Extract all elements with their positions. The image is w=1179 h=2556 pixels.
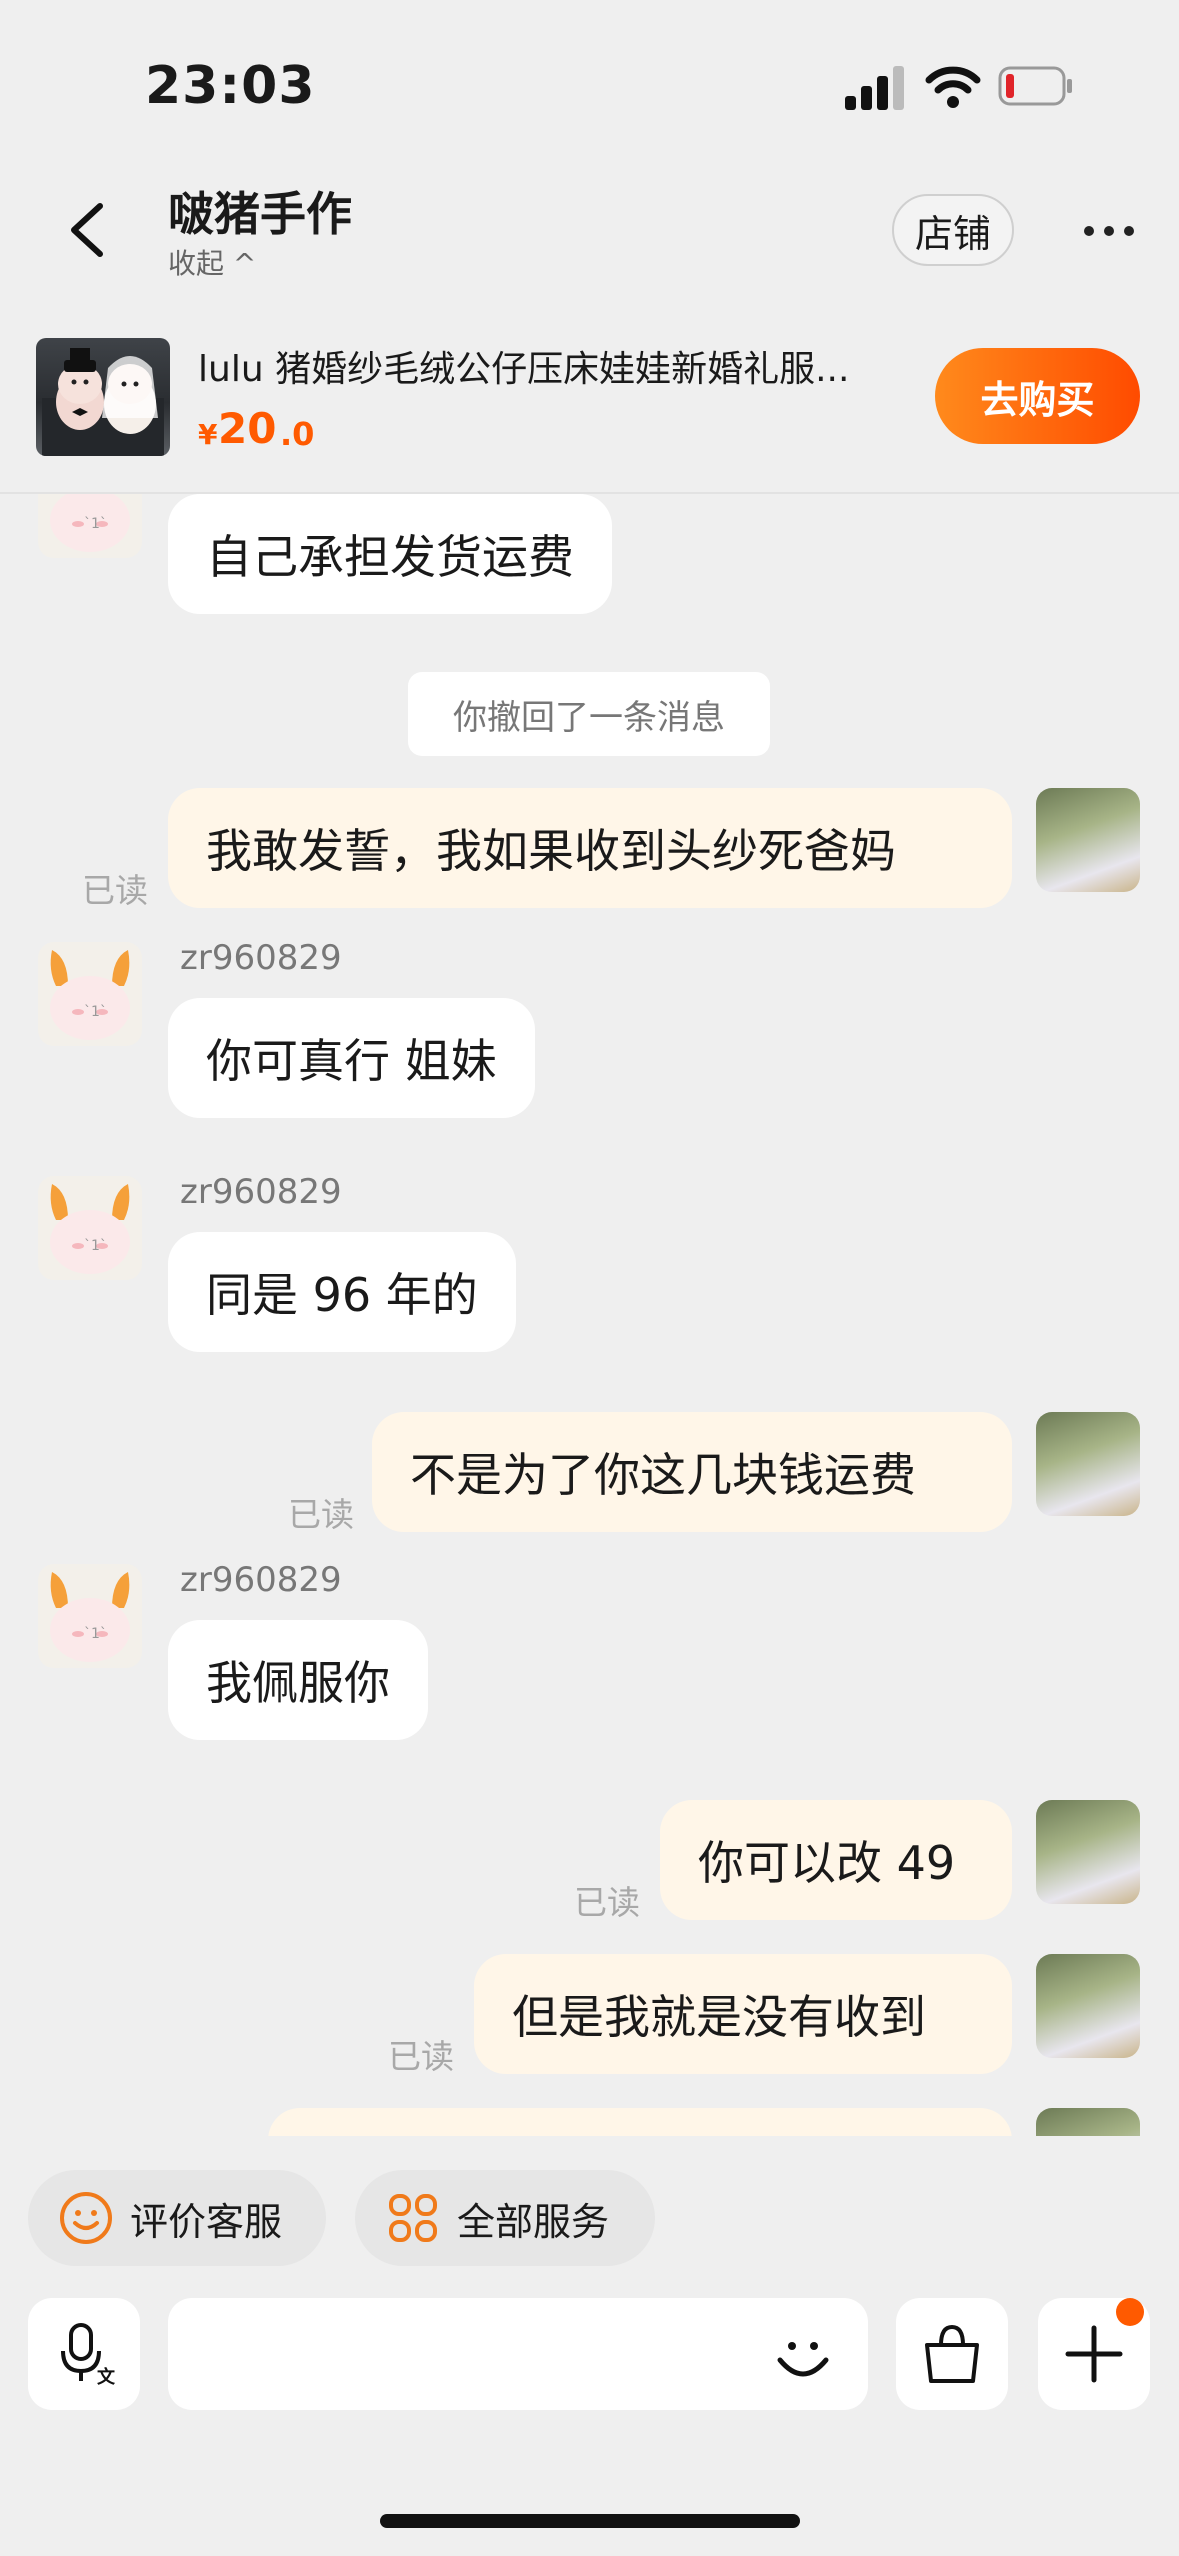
message-text: 不是为了你这几块钱运费	[410, 1448, 916, 1502]
svg-text:`1`: `1`	[84, 1626, 107, 1642]
signal-icon	[845, 64, 907, 110]
message-text: 同是 96 年的	[206, 1268, 478, 1322]
buy-button[interactable]: 去购买	[935, 348, 1140, 444]
svg-text:文: 文	[97, 2366, 116, 2388]
battery-icon	[998, 66, 1072, 106]
avatar[interactable]	[1036, 1412, 1140, 1516]
mic-icon: 文	[61, 2323, 116, 2388]
shopping-bag-button[interactable]	[896, 2298, 1008, 2410]
svg-text:`1`: `1`	[84, 1004, 107, 1020]
message-bubble[interactable]: 不是为了你这几块钱运费	[372, 1412, 1012, 1532]
grid-icon	[389, 2194, 437, 2242]
plus-icon	[1065, 2325, 1123, 2383]
sender-name: zr960829	[180, 1560, 342, 1600]
rate-service-button[interactable]: 评价客服	[28, 2170, 326, 2266]
price-integer: 20	[218, 404, 277, 453]
avatar[interactable]	[1036, 788, 1140, 892]
message-bubble[interactable]: 你可真行 姐妹	[168, 998, 535, 1118]
read-status: 已读	[574, 1883, 640, 1922]
sender-name: zr960829	[180, 1172, 342, 1212]
message-bubble[interactable]: 但是我就是没有收到	[474, 1954, 1012, 2074]
message-text: 自己承担发货运费	[206, 530, 574, 584]
message-bubble[interactable]: 自己承担发货运费	[168, 494, 612, 614]
message-text: 我敢发誓，我如果收到头纱死爸妈	[206, 824, 896, 878]
notification-dot	[1116, 2298, 1144, 2326]
svg-text:`1`: `1`	[84, 516, 107, 532]
message-bubble[interactable]: 你可以改 49	[660, 1800, 1012, 1920]
avatar[interactable]: `1`	[38, 494, 142, 558]
read-status: 已读	[388, 2037, 454, 2076]
chip-label: 评价客服	[130, 2199, 283, 2244]
store-button[interactable]: 店铺	[892, 194, 1014, 266]
product-thumbnail[interactable]	[36, 338, 170, 456]
message-input[interactable]	[168, 2298, 868, 2410]
product-name[interactable]: lulu 猪婚纱毛绒公仔压床娃娃新婚礼服...	[198, 340, 918, 392]
home-indicator[interactable]	[380, 2514, 800, 2528]
price-currency: ¥	[198, 418, 218, 451]
message-text: 你可真行 姐妹	[206, 1034, 497, 1088]
avatar[interactable]	[1036, 1954, 1140, 2058]
wifi-icon	[925, 66, 981, 108]
status-time: 23:03	[145, 56, 316, 116]
chat-list[interactable]: `1` 自己承担发货运费 你撤回了一条消息 我敢发誓，我如果收到头纱死爸妈 已读…	[0, 494, 1179, 2136]
smile-icon	[60, 2192, 112, 2244]
message-text: 你可以改 49	[698, 1836, 956, 1890]
message-bubble[interactable]: 同是 96 年的	[168, 1232, 516, 1352]
all-services-button[interactable]: 全部服务	[355, 2170, 655, 2266]
avatar[interactable]	[1036, 2108, 1140, 2136]
emoji-icon[interactable]	[770, 2324, 836, 2390]
message-bubble[interactable]: 我佩服你	[168, 1620, 428, 1740]
page-title: 啵猪手作	[168, 187, 352, 241]
sender-name: zr960829	[180, 938, 342, 978]
read-status: 已读	[82, 871, 148, 910]
svg-text:`1`: `1`	[84, 1238, 107, 1254]
collapse-toggle[interactable]: 收起 ^	[168, 242, 256, 282]
read-status: 已读	[288, 1495, 354, 1534]
message-bubble-partial[interactable]	[268, 2108, 1012, 2136]
back-arrow-icon[interactable]	[62, 200, 114, 260]
system-notice: 你撤回了一条消息	[408, 672, 770, 756]
more-options-icon[interactable]	[1082, 218, 1138, 242]
avatar[interactable]	[1036, 1800, 1140, 1904]
avatar[interactable]: `1`	[38, 1564, 142, 1668]
message-text: 我佩服你	[206, 1656, 390, 1710]
shopping-bag-icon	[925, 2324, 979, 2383]
avatar[interactable]: `1`	[38, 1176, 142, 1280]
avatar[interactable]: `1`	[38, 942, 142, 1046]
message-bubble[interactable]: 我敢发誓，我如果收到头纱死爸妈	[168, 788, 1012, 908]
message-text: 但是我就是没有收到	[512, 1990, 926, 2044]
voice-input-button[interactable]: 文	[28, 2298, 140, 2410]
chip-label: 全部服务	[457, 2199, 610, 2244]
price-decimal: .0	[280, 415, 315, 453]
